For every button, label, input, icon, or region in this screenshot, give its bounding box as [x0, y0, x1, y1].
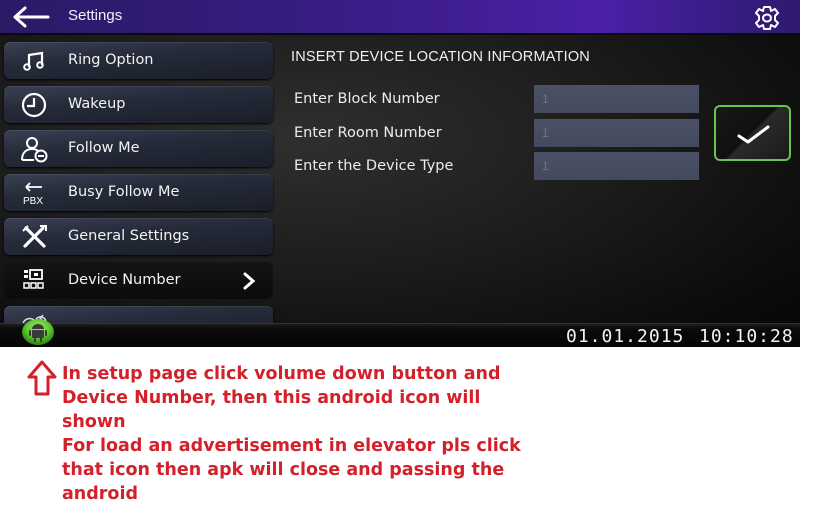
sidebar-item-device-number[interactable]: Device Number	[4, 262, 273, 299]
page-title: Settings	[68, 7, 123, 24]
sidebar-item-label: Wakeup	[68, 96, 126, 112]
sidebar-item-general-settings[interactable]: General Settings	[4, 218, 273, 255]
device-screen: Settings Ring Option Wakeup Follow Me PB…	[0, 0, 800, 347]
sidebar-item-label: Ring Option	[68, 52, 154, 68]
back-button[interactable]	[12, 4, 52, 30]
annotation-line: Device Number, then this android icon wi…	[62, 388, 481, 408]
sidebar-item-ring-option[interactable]: Ring Option	[4, 42, 273, 79]
room-number-label: Enter Room Number	[294, 125, 442, 141]
sidebar-item-label: Device Number	[68, 272, 181, 288]
chevron-right-icon	[243, 272, 256, 290]
arrow-up-outline-icon	[27, 360, 57, 396]
settings-sidebar: Ring Option Wakeup Follow Me PBX Busy Fo…	[0, 36, 280, 323]
android-button[interactable]	[21, 318, 55, 346]
device-type-input[interactable]	[534, 152, 699, 180]
sidebar-item-label: Follow Me	[68, 140, 140, 156]
sidebar-item-busy-follow-me[interactable]: PBX Busy Follow Me	[4, 174, 273, 211]
annotation-text: In setup page click volume down button a…	[62, 362, 602, 506]
section-title: INSERT DEVICE LOCATION INFORMATION	[291, 49, 590, 65]
status-date: 01.01.2015	[566, 326, 685, 347]
block-number-label: Enter Block Number	[294, 91, 440, 107]
pbx-icon-text: PBX	[23, 196, 43, 207]
device-type-label: Enter the Device Type	[294, 158, 454, 174]
music-note-icon	[23, 51, 44, 71]
tools-icon	[22, 225, 47, 248]
annotation-line: shown	[62, 412, 126, 432]
annotation-line: In setup page click volume down button a…	[62, 364, 501, 384]
sidebar-item-follow-me[interactable]: Follow Me	[4, 130, 273, 167]
status-time: 10:10:28	[699, 326, 794, 347]
settings-button[interactable]	[750, 5, 784, 31]
device-grid-icon	[23, 269, 44, 289]
sidebar-item-label: General Settings	[68, 228, 190, 244]
clock-icon	[21, 92, 47, 118]
android-icon	[22, 319, 54, 345]
title-bar: Settings	[0, 0, 800, 35]
annotation-line: android	[62, 484, 138, 504]
annotation-line: that icon then apk will close and passin…	[62, 460, 505, 480]
sidebar-item-label: Busy Follow Me	[68, 184, 180, 200]
sidebar-item-wakeup[interactable]: Wakeup	[4, 86, 273, 123]
checkmark-icon	[737, 125, 770, 144]
pbx-forward-icon: PBX	[23, 182, 43, 207]
room-number-input[interactable]	[534, 119, 699, 147]
annotation-line: For load an advertisement in elevator pl…	[62, 436, 521, 456]
arrow-left-icon	[13, 6, 50, 28]
user-forward-icon	[21, 137, 48, 163]
confirm-button[interactable]	[714, 105, 791, 161]
gear-icon	[755, 6, 779, 30]
block-number-input[interactable]	[534, 85, 699, 113]
